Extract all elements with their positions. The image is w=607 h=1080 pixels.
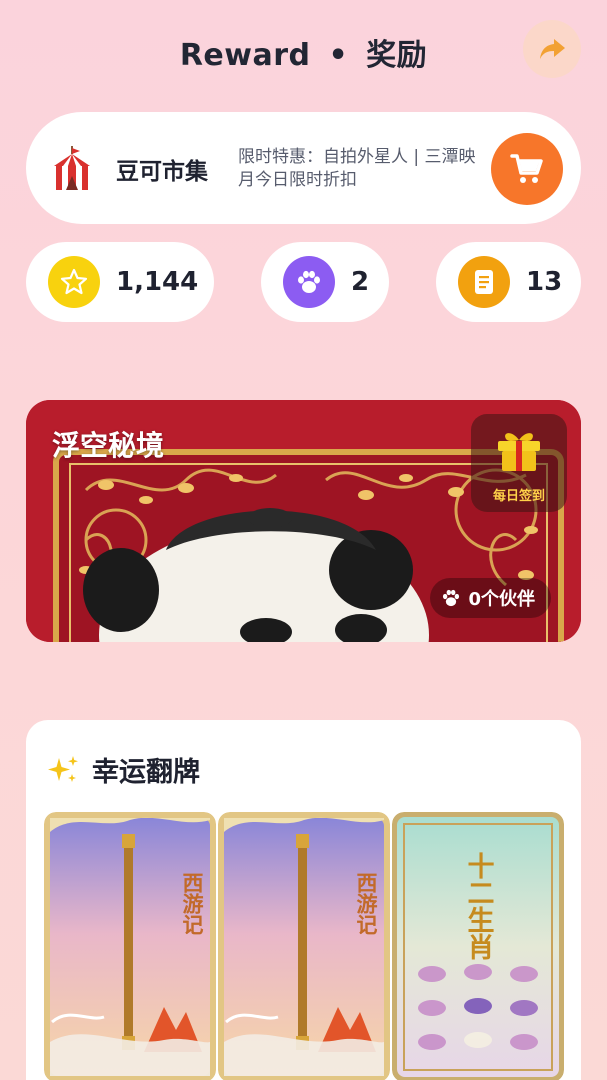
flip-card-journey-west-1[interactable]: 西游记 (44, 812, 216, 1080)
journey-west-card-art: 西游记 (44, 812, 216, 1080)
stat-paws[interactable]: 2 (261, 242, 389, 322)
lucky-flip-heading: 幸运翻牌 (46, 750, 200, 789)
market-name: 豆可市集 (116, 159, 208, 185)
stat-books[interactable]: 13 (436, 242, 581, 322)
market-promo-text: 限时特惠：自拍外星人 | 三潭映月今日限时折扣 (238, 147, 476, 190)
card-3-title: 十二生肖 (463, 852, 495, 960)
partner-count-label: 0个伙伴 (468, 589, 535, 610)
partner-count-pill[interactable]: 0个伙伴 (430, 578, 551, 618)
sparkles-icon (48, 755, 78, 782)
page-title-en: Reward (179, 38, 311, 73)
card-1-title: 西游记 (180, 872, 204, 935)
title-separator: • (328, 38, 349, 73)
market-card[interactable]: 豆可市集 限时特惠：自拍外星人 | 三潭映月今日限时折扣 (26, 112, 581, 224)
cart-button[interactable] (491, 133, 563, 205)
shopping-cart-icon (510, 154, 543, 183)
lucky-flip-title: 幸运翻牌 (92, 757, 200, 788)
lucky-flip-section: 幸运翻牌 西游记 西游记 十二生肖 (26, 720, 581, 1080)
stars-count: 1,144 (116, 267, 199, 297)
banner-title: 浮空秘境 (52, 429, 165, 462)
paws-count: 2 (351, 267, 370, 297)
flip-card-journey-west-2[interactable]: 西游记 (218, 812, 390, 1080)
card-2-title: 西游记 (354, 872, 378, 935)
zodiac-card-art: 十二生肖 (392, 812, 564, 1080)
books-count: 13 (526, 267, 563, 297)
floating-realm-banner[interactable]: 浮空秘境 每日签到 0个伙伴 (26, 400, 581, 642)
flip-card-zodiac[interactable]: 十二生肖 (392, 812, 564, 1080)
book-icon (458, 256, 510, 308)
star-icon (48, 256, 100, 308)
page-title-cn: 奖励 (366, 38, 428, 73)
daily-checkin-label: 每日签到 (492, 489, 545, 504)
gift-icon (498, 433, 540, 471)
paw-icon (443, 589, 460, 607)
paw-icon (283, 256, 335, 308)
header: Reward • 奖励 (0, 0, 607, 100)
daily-checkin-button[interactable]: 每日签到 (471, 414, 567, 512)
page-title: Reward • 奖励 (0, 30, 607, 74)
circus-tent-icon (54, 146, 90, 190)
stat-stars[interactable]: 1,144 (26, 242, 214, 322)
journey-west-card-art: 西游记 (218, 812, 390, 1080)
share-arrow-icon (540, 39, 565, 59)
share-button[interactable] (523, 20, 581, 78)
